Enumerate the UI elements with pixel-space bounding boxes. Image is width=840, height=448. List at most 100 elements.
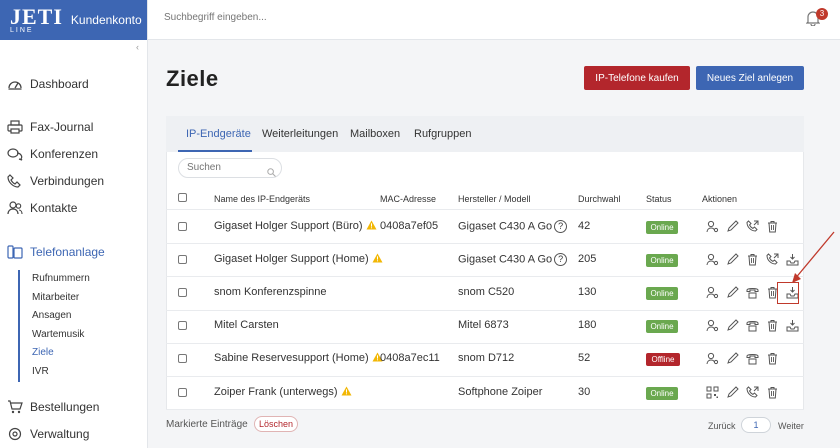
row-divider	[166, 376, 804, 377]
column-header-name: Name des IP-Endgeräts	[214, 194, 311, 204]
warning-icon	[369, 253, 383, 265]
sidebar-item-fax-journal[interactable]: Fax-Journal	[6, 119, 93, 135]
user-settings-icon[interactable]	[702, 319, 722, 332]
user-settings-icon[interactable]	[702, 253, 722, 266]
select-all-checkbox[interactable]	[178, 193, 187, 202]
annotation-arrow	[792, 231, 835, 283]
new-target-button[interactable]: Neues Ziel anlegen	[696, 66, 804, 90]
sidebar-item-dashboard[interactable]: Dashboard	[6, 76, 89, 92]
row-checkbox[interactable]	[178, 387, 187, 397]
row-name: Gigaset Holger Support (Büro)	[214, 220, 377, 232]
user-settings-icon[interactable]	[702, 286, 722, 299]
pencil-icon[interactable]	[722, 253, 742, 266]
sidebar: JETI LINE Kundenkonto ‹ Dashboard Fax-Jo…	[0, 0, 148, 448]
subnav-item-ansagen[interactable]: Ansagen	[32, 307, 90, 326]
user-settings-icon[interactable]	[702, 352, 722, 365]
cart-icon	[6, 399, 24, 415]
row-checkbox[interactable]	[178, 254, 187, 264]
row-actions	[702, 385, 782, 399]
desk-phone-icon[interactable]	[742, 352, 762, 365]
subnav-item-ivr[interactable]: IVR	[32, 363, 90, 382]
subnav-item-wartemusik[interactable]: Wartemusik	[32, 326, 90, 345]
row-model: Gigaset C430 A Go?	[458, 252, 568, 266]
user-settings-icon[interactable]	[702, 220, 722, 233]
table-search-input[interactable]	[187, 162, 267, 173]
pencil-icon[interactable]	[722, 352, 742, 365]
inbox-download-icon[interactable]	[782, 319, 802, 332]
row-actions	[702, 219, 782, 233]
row-extension: 130	[578, 286, 597, 298]
collapse-sidebar-icon[interactable]: ‹	[136, 42, 139, 52]
phone-forward-icon[interactable]	[742, 385, 762, 399]
pencil-icon[interactable]	[722, 319, 742, 332]
column-header-actions: Aktionen	[702, 194, 738, 204]
sidebar-item-bestellungen[interactable]: Bestellungen	[6, 399, 99, 415]
trash-icon[interactable]	[762, 352, 782, 365]
desk-phone-icon[interactable]	[742, 319, 762, 332]
printer-icon	[6, 119, 24, 135]
speedometer-icon	[6, 76, 24, 92]
tab-bar: IP-Endgeräte Weiterleitungen Mailboxen R…	[166, 116, 804, 152]
row-divider	[166, 342, 804, 344]
sidebar-item-konferenzen[interactable]: Konferenzen	[6, 146, 98, 162]
pagination-next[interactable]: Weiter	[778, 421, 804, 431]
row-model: Mitel 6873	[458, 319, 509, 332]
sidebar-item-verbindungen[interactable]: Verbindungen	[6, 173, 104, 189]
pencil-icon[interactable]	[722, 286, 742, 299]
topbar: 3	[148, 0, 840, 40]
pencil-icon[interactable]	[722, 219, 742, 233]
subnav-item-mitarbeiter[interactable]: Mitarbeiter	[32, 289, 90, 308]
buy-ip-phones-button[interactable]: IP-Telefone kaufen	[584, 66, 690, 90]
subnav-item-ziele[interactable]: Ziele	[32, 344, 90, 363]
pbx-icon	[6, 244, 24, 260]
chat-bubbles-icon	[6, 146, 24, 162]
table-search	[178, 158, 282, 178]
selected-entries-label: Markierte Einträge	[166, 419, 248, 430]
pagination-current-page[interactable]: 1	[741, 417, 771, 433]
jetiline-logo: JETI LINE	[10, 4, 63, 35]
trash-icon[interactable]	[762, 319, 782, 332]
delete-selected-button[interactable]: Löschen	[254, 416, 298, 432]
tab-rufgruppen[interactable]: Rufgruppen	[414, 128, 472, 140]
gear-icon	[6, 426, 24, 442]
sidebar-item-telefonanlage[interactable]: Telefonanlage	[6, 244, 105, 260]
row-checkbox[interactable]	[178, 221, 187, 231]
pagination-prev[interactable]: Zurück	[708, 421, 736, 431]
row-checkbox[interactable]	[178, 354, 187, 364]
row-checkbox[interactable]	[178, 321, 187, 331]
search-icon[interactable]	[267, 164, 276, 182]
warning-icon	[338, 386, 352, 398]
status-badge: Online	[646, 320, 678, 334]
notification-badge: 3	[816, 8, 828, 20]
pencil-icon[interactable]	[722, 385, 742, 399]
sidebar-item-verwaltung[interactable]: Verwaltung	[6, 426, 89, 442]
tab-weiterleitungen[interactable]: Weiterleitungen	[262, 128, 338, 140]
row-model: snom C520	[458, 286, 515, 298]
brand-header[interactable]: JETI LINE Kundenkonto	[0, 0, 147, 40]
help-icon[interactable]: ?	[554, 219, 568, 233]
row-name: Zoiper Frank (unterwegs)	[214, 386, 352, 398]
trash-icon[interactable]	[762, 386, 782, 399]
qr-code-icon[interactable]	[702, 386, 722, 399]
warning-icon	[363, 220, 377, 232]
row-model: Gigaset C430 A Go?	[458, 219, 568, 233]
row-name: Gigaset Holger Support (Home)	[214, 253, 383, 265]
subnav-item-rufnummern[interactable]: Rufnummern	[32, 270, 90, 289]
row-actions	[702, 319, 802, 332]
phone-forward-icon[interactable]	[742, 219, 762, 233]
row-divider	[166, 409, 804, 411]
trash-icon[interactable]	[742, 253, 762, 266]
trash-icon[interactable]	[762, 220, 782, 233]
people-icon	[6, 200, 24, 216]
tab-ip-endgeraete[interactable]: IP-Endgeräte	[186, 128, 251, 140]
column-header-mac: MAC-Adresse	[380, 194, 437, 204]
row-divider	[166, 309, 804, 311]
row-mac: 0408a7ec11	[380, 352, 440, 365]
sidebar-item-kontakte[interactable]: Kontakte	[6, 200, 77, 216]
global-search-input[interactable]	[164, 12, 464, 23]
desk-phone-icon[interactable]	[742, 286, 762, 299]
phone-forward-icon[interactable]	[762, 253, 782, 266]
tab-mailboxen[interactable]: Mailboxen	[350, 128, 400, 140]
row-checkbox[interactable]	[178, 288, 187, 297]
help-icon[interactable]: ?	[554, 252, 568, 266]
